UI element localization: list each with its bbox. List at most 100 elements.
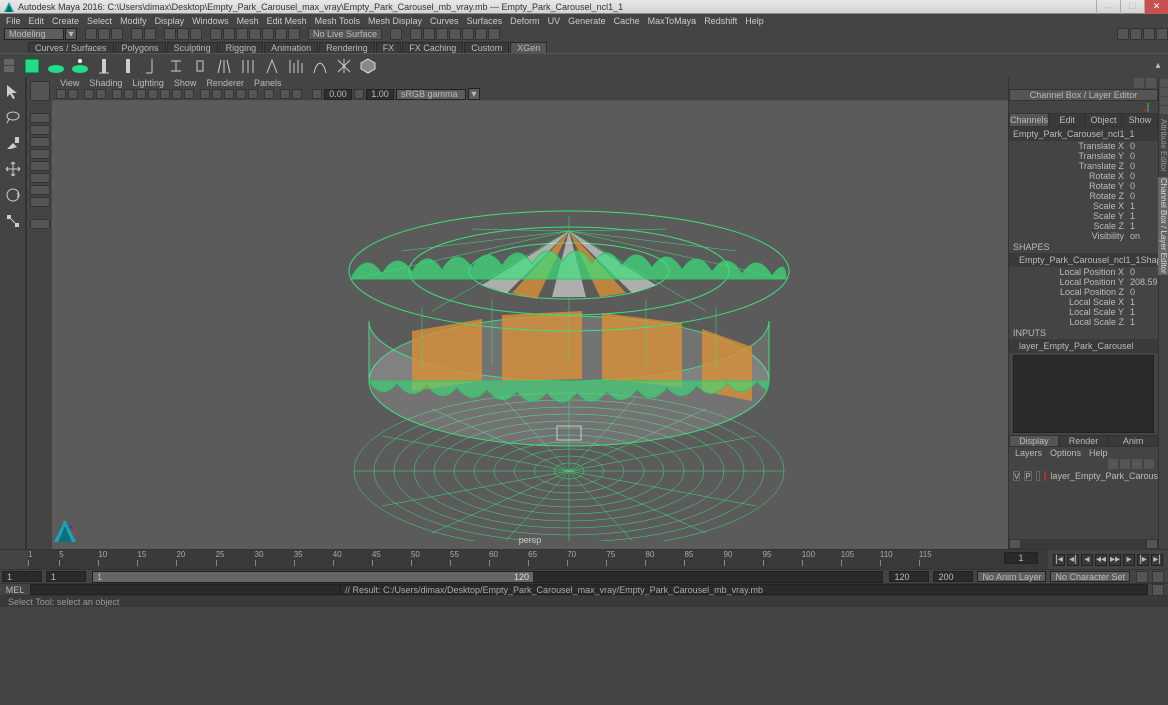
layout-icon-3[interactable] [30,137,50,147]
panel-layout3-icon[interactable] [1143,28,1155,40]
xgen-btn-15[interactable] [358,56,378,76]
menu-maxtomaya[interactable]: MaxToMaya [648,16,697,26]
viewport[interactable]: persp [52,101,1008,549]
layer-playback-toggle[interactable]: P [1024,471,1031,481]
minimize-button[interactable]: — [1096,0,1120,14]
xgen-btn-12[interactable] [286,56,306,76]
prefs-icon[interactable] [1152,571,1164,583]
shelf-tab-xgen[interactable]: XGen [510,42,547,53]
layer-menu-options[interactable]: Options [1050,448,1081,458]
layer-row[interactable]: V P layer_Empty_Park_Carous [1009,470,1158,482]
menu-create[interactable]: Create [52,16,79,26]
xgen-btn-8[interactable] [190,56,210,76]
render-globe-icon[interactable] [488,28,500,40]
cb-attr-value[interactable]: 0 [1128,141,1158,151]
shelf-tab-fxcaching[interactable]: FX Caching [402,42,463,53]
open-scene-icon[interactable] [98,28,110,40]
shelf-tab-rendering[interactable]: Rendering [319,42,375,53]
render-current-icon[interactable] [423,28,435,40]
range-start-inner[interactable]: 1 [46,571,86,582]
cmd-lang-label[interactable]: MEL [0,585,30,595]
xgen-btn-9[interactable] [214,56,234,76]
vp-safe-title-icon[interactable] [184,89,194,99]
cb-tab-edit[interactable]: Edit [1049,113,1085,127]
anim-layer-dropdown[interactable]: No Anim Layer [977,571,1046,582]
step-back-key-button[interactable]: ◂| [1067,554,1079,566]
mode-dropdown[interactable]: Modeling [4,28,64,40]
layout-icon-2[interactable] [30,125,50,135]
vp-color-space-arrow[interactable]: ▾ [468,88,480,100]
cb-shape-attr-value[interactable]: 0 [1128,287,1158,297]
layout-icon-4[interactable] [30,149,50,159]
cg-history-icon[interactable] [410,28,422,40]
snap-live-icon[interactable] [262,28,274,40]
layout-icon-7[interactable] [30,185,50,195]
manipulator-icon[interactable] [1142,101,1154,113]
layer-move-down-icon[interactable] [1108,459,1118,469]
hypershade-icon[interactable] [462,28,474,40]
layer-new-empty-icon[interactable] [1132,459,1142,469]
xgen-btn-5[interactable] [118,56,138,76]
snap-grid-icon[interactable] [210,28,222,40]
auto-keyframe-icon[interactable] [1136,571,1148,583]
menu-generate[interactable]: Generate [568,16,606,26]
cmd-input[interactable] [30,584,340,595]
vp-select-camera-icon[interactable] [56,89,66,99]
single-pane-icon[interactable] [30,81,50,101]
vp-bookmark supplicant-icon[interactable] [84,89,94,99]
maximize-button[interactable]: ☐ [1120,0,1144,14]
select-hierarchy-icon[interactable] [164,28,176,40]
menu-curves[interactable]: Curves [430,16,459,26]
layer-scroll-left-icon[interactable] [1009,539,1021,549]
layout-icon-1[interactable] [30,113,50,123]
time-slider[interactable]: 1 15101520253035404550556065707580859095… [28,550,1048,569]
shelf-tab-fx[interactable]: FX [376,42,402,53]
cb-shape-attr-value[interactable]: 208.595 [1128,277,1158,287]
layer-move-up-icon[interactable] [1120,459,1130,469]
cb-shape-name[interactable]: Empty_Park_Carousel_ncl1_1Shape [1009,253,1158,267]
menu-editmesh[interactable]: Edit Mesh [267,16,307,26]
layer-name[interactable]: layer_Empty_Park_Carous [1050,471,1158,481]
xgen-btn-13[interactable] [310,56,330,76]
cb-tab-object[interactable]: Object [1085,113,1121,127]
vp-safe-action-icon[interactable] [172,89,182,99]
attr-editor-label[interactable]: Attribute Editor [1159,119,1168,172]
menu-redshift[interactable]: Redshift [704,16,737,26]
panel-layout2-icon[interactable] [1130,28,1142,40]
outliner-icon[interactable] [30,197,50,207]
vp-xray-icon[interactable] [280,89,290,99]
vp-menu-view[interactable]: View [60,78,79,88]
mode-dropdown-arrow[interactable]: ▾ [65,28,77,40]
layer-scroll-right-icon[interactable] [1146,539,1158,549]
vp-res-gate-icon[interactable] [136,89,146,99]
layer-menu-help[interactable]: Help [1089,448,1108,458]
script-editor-icon[interactable] [1152,584,1164,596]
step-forward-key-button[interactable]: |▸ [1137,554,1149,566]
xgen-btn-14[interactable] [334,56,354,76]
cb-shape-attr-value[interactable]: 1 [1128,297,1158,307]
character-set-dropdown[interactable]: No Character Set [1050,571,1130,582]
vp-smooth-icon[interactable] [212,89,222,99]
menu-help[interactable]: Help [745,16,764,26]
range-end-inner[interactable]: 120 [889,571,929,582]
snap-plane-icon[interactable] [249,28,261,40]
xgen-btn-3[interactable] [70,56,90,76]
vp-color-space-dropdown[interactable]: sRGB gamma [396,89,466,100]
last-tool-icon[interactable] [30,219,50,229]
range-slider[interactable]: 1 120 [92,571,883,583]
xgen-btn-10[interactable] [238,56,258,76]
tool-settings-toggle-icon[interactable] [1160,97,1168,105]
close-button[interactable]: ✕ [1144,0,1168,14]
current-frame-field[interactable]: 1 [1004,552,1038,564]
ipr-render-icon[interactable] [436,28,448,40]
menu-meshdisplay[interactable]: Mesh Display [368,16,422,26]
cb-shape-attr-value[interactable]: 0 [1128,267,1158,277]
shelf-tab-curves[interactable]: Curves / Surfaces [28,42,114,53]
layer-tab-display[interactable]: Display [1009,435,1059,447]
cb-tab-show[interactable]: Show [1122,113,1158,127]
channel-box-collapsed-label[interactable]: Channel Box / Layer Editor [1158,177,1168,275]
snap-view-icon[interactable] [275,28,287,40]
vp-menu-show[interactable]: Show [174,78,197,88]
menu-cache[interactable]: Cache [614,16,640,26]
shelf-tab-polygons[interactable]: Polygons [115,42,166,53]
